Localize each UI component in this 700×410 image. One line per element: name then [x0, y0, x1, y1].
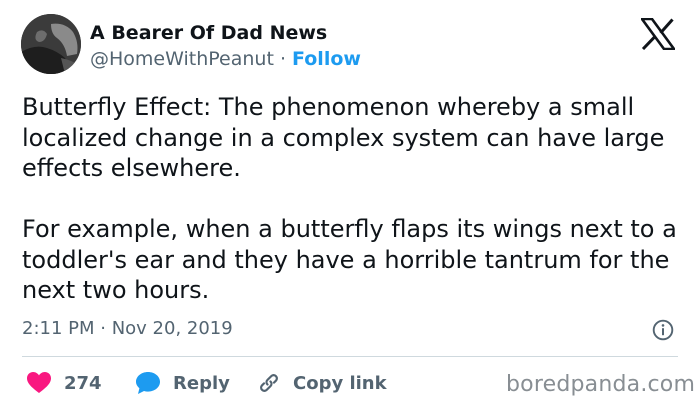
- reply-label: Reply: [173, 372, 230, 394]
- divider: [22, 356, 678, 357]
- tweet-paragraph: For example, when a butterfly flaps its …: [22, 215, 677, 304]
- profile-photo-avatar: [21, 14, 81, 74]
- handle-row: @HomeWithPeanut · Follow: [90, 48, 361, 70]
- info-icon[interactable]: [652, 319, 674, 341]
- avatar[interactable]: [21, 14, 81, 74]
- separator-dot: ·: [279, 48, 286, 70]
- speech-bubble-icon: [136, 372, 160, 394]
- like-count: 274: [64, 372, 102, 394]
- timestamp[interactable]: 2:11 PM · Nov 20, 2019: [22, 318, 233, 339]
- handle[interactable]: @HomeWithPeanut: [90, 48, 274, 70]
- follow-button[interactable]: Follow: [292, 48, 361, 70]
- tweet-paragraph: Butterfly Effect: The phenomenon whereby…: [22, 93, 665, 182]
- heart-icon: [27, 372, 51, 393]
- watermark: boredpanda.com: [506, 372, 696, 397]
- tweet-card: A Bearer Of Dad News @HomeWithPeanut · F…: [0, 0, 700, 410]
- copy-link-label: Copy link: [293, 372, 387, 394]
- tweet-text: Butterfly Effect: The phenomenon whereby…: [22, 92, 682, 306]
- link-icon: [260, 374, 278, 392]
- x-logo-icon[interactable]: [641, 18, 675, 50]
- copy-link-button[interactable]: Copy link: [257, 370, 387, 396]
- display-name[interactable]: A Bearer Of Dad News: [90, 22, 327, 44]
- like-button[interactable]: 274: [26, 370, 102, 396]
- reply-button[interactable]: Reply: [135, 370, 230, 396]
